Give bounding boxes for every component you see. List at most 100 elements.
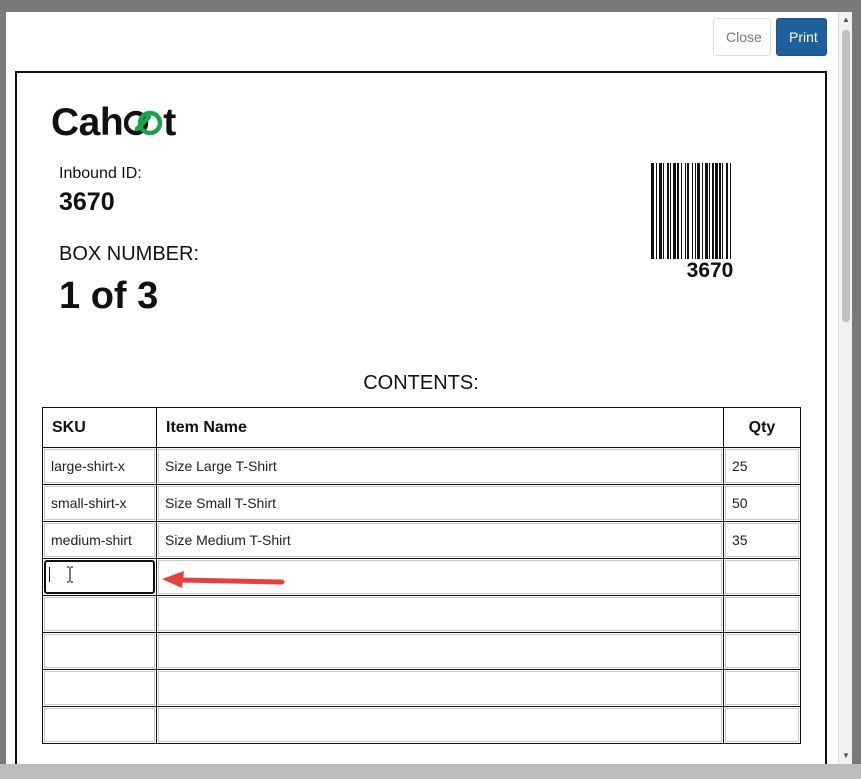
- table-row: [42, 669, 801, 707]
- table-row: [42, 706, 801, 744]
- table-row: small-shirt-x Size Small T-Shirt 50: [42, 484, 801, 522]
- item-name-cell: Size Small T-Shirt: [156, 484, 724, 522]
- print-button[interactable]: Print: [776, 18, 827, 56]
- qty-input[interactable]: [725, 634, 799, 668]
- barcode-bar-10: [687, 163, 689, 259]
- table-body: large-shirt-x Size Large T-Shirt 25 small-s…: [42, 447, 801, 744]
- sku-input[interactable]: [44, 560, 155, 594]
- barcode-bar-9: [685, 163, 686, 259]
- barcode-bar-7: [677, 163, 679, 259]
- table-row: [42, 595, 801, 633]
- sku-cell: [42, 595, 157, 633]
- item-name-cell: Size Large T-Shirt: [156, 447, 724, 485]
- barcode-bar-13: [697, 163, 700, 259]
- item-name-header: Item Name: [156, 407, 724, 448]
- window-bottom-edge: [0, 764, 861, 779]
- modal-header: Close Print: [713, 18, 827, 56]
- barcode-bar-8: [681, 163, 682, 259]
- sku-cell: [42, 706, 157, 744]
- item-name-input[interactable]: [158, 708, 722, 742]
- scroll-down-arrow-icon[interactable]: ▼: [839, 748, 853, 764]
- sku-input[interactable]: [44, 597, 155, 631]
- qty-cell: [723, 669, 801, 707]
- sku-input[interactable]: small-shirt-x: [44, 486, 155, 520]
- sku-input[interactable]: [44, 708, 155, 742]
- sku-cell: large-shirt-x: [42, 447, 157, 485]
- barcode-bar-12: [695, 163, 696, 259]
- sku-cell: small-shirt-x: [42, 484, 157, 522]
- barcode-bar-6: [673, 163, 676, 259]
- logo-text-end: t: [163, 101, 176, 144]
- qty-input[interactable]: [725, 708, 799, 742]
- vertical-scrollbar[interactable]: ▲ ▼: [838, 12, 852, 764]
- barcode-bar-21: [726, 163, 728, 259]
- sku-input[interactable]: [44, 671, 155, 705]
- qty-cell: 35: [723, 521, 801, 559]
- qty-cell: 25: [723, 447, 801, 485]
- barcode-bar-19: [719, 163, 721, 259]
- sku-header: SKU: [42, 407, 157, 448]
- sku-cell: [42, 632, 157, 670]
- barcode-bar-22: [730, 163, 731, 259]
- qty-cell: [723, 632, 801, 670]
- table-row: [42, 558, 801, 596]
- sku-cell: medium-shirt: [42, 521, 157, 559]
- barcode-bar-11: [692, 163, 693, 259]
- scrollbar-thumb[interactable]: [842, 30, 850, 322]
- item-name-cell: [156, 595, 724, 633]
- qty-cell: 50: [723, 484, 801, 522]
- qty-input[interactable]: 50: [725, 486, 799, 520]
- contents-table: SKU Item Name Qty large-shirt-x Size Larg…: [42, 407, 801, 744]
- barcode-bar-2: [659, 163, 662, 259]
- barcode-bar-0: [651, 163, 654, 259]
- qty-input[interactable]: [725, 560, 799, 594]
- qty-input[interactable]: [725, 597, 799, 631]
- barcode-bar-4: [667, 163, 669, 259]
- table-row: [42, 632, 801, 670]
- item-name-input[interactable]: [158, 634, 722, 668]
- qty-input[interactable]: 35: [725, 523, 799, 557]
- box-number-label: BOX NUMBER:: [59, 243, 200, 265]
- barcode-bar-18: [715, 163, 718, 259]
- qty-cell: [723, 558, 801, 596]
- contents-title: CONTENTS:: [363, 372, 479, 394]
- barcode-bars: [651, 163, 731, 259]
- item-name-input[interactable]: Size Medium T-Shirt: [158, 523, 722, 557]
- barcode-bar-15: [705, 163, 708, 259]
- table-header-row: SKU Item Name Qty: [42, 407, 801, 448]
- print-modal: Close Print Cah t Inbound ID: 3670 BOX N…: [6, 12, 838, 764]
- item-name-cell: [156, 706, 724, 744]
- sku-input[interactable]: large-shirt-x: [44, 449, 155, 483]
- inbound-id-label: Inbound ID:: [59, 165, 142, 182]
- barcode: 3670: [651, 163, 769, 285]
- item-name-input[interactable]: [158, 671, 722, 705]
- qty-header: Qty: [723, 407, 801, 448]
- scroll-up-arrow-icon[interactable]: ▲: [839, 12, 853, 28]
- barcode-number: 3670: [686, 259, 734, 282]
- barcode-bar-20: [722, 163, 723, 259]
- item-name-input[interactable]: Size Small T-Shirt: [158, 486, 722, 520]
- item-name-cell: Size Medium T-Shirt: [156, 521, 724, 559]
- barcode-bar-16: [709, 163, 710, 259]
- sku-input[interactable]: [44, 634, 155, 668]
- chain-link-icon: [124, 110, 163, 136]
- barcode-bar-1: [656, 163, 657, 259]
- item-name-input[interactable]: [158, 597, 722, 631]
- close-button[interactable]: Close: [713, 18, 771, 56]
- barcode-bar-14: [702, 163, 703, 259]
- inbound-id-value: 3670: [59, 188, 115, 216]
- sku-cell: [42, 669, 157, 707]
- item-name-input[interactable]: Size Large T-Shirt: [158, 449, 722, 483]
- sku-input[interactable]: medium-shirt: [44, 523, 155, 557]
- item-name-cell: [156, 632, 724, 670]
- qty-input[interactable]: 25: [725, 449, 799, 483]
- box-number-value: 1 of 3: [59, 275, 159, 317]
- qty-input[interactable]: [725, 671, 799, 705]
- cahoot-logo: Cah t: [51, 101, 176, 144]
- qty-cell: [723, 595, 801, 633]
- table-row: medium-shirt Size Medium T-Shirt 35: [42, 521, 801, 559]
- barcode-bar-3: [663, 163, 664, 259]
- item-name-cell: [156, 669, 724, 707]
- sku-cell: [42, 558, 157, 596]
- box-label-sheet: Cah t Inbound ID: 3670 BOX NUMBER: 1 of …: [15, 71, 827, 764]
